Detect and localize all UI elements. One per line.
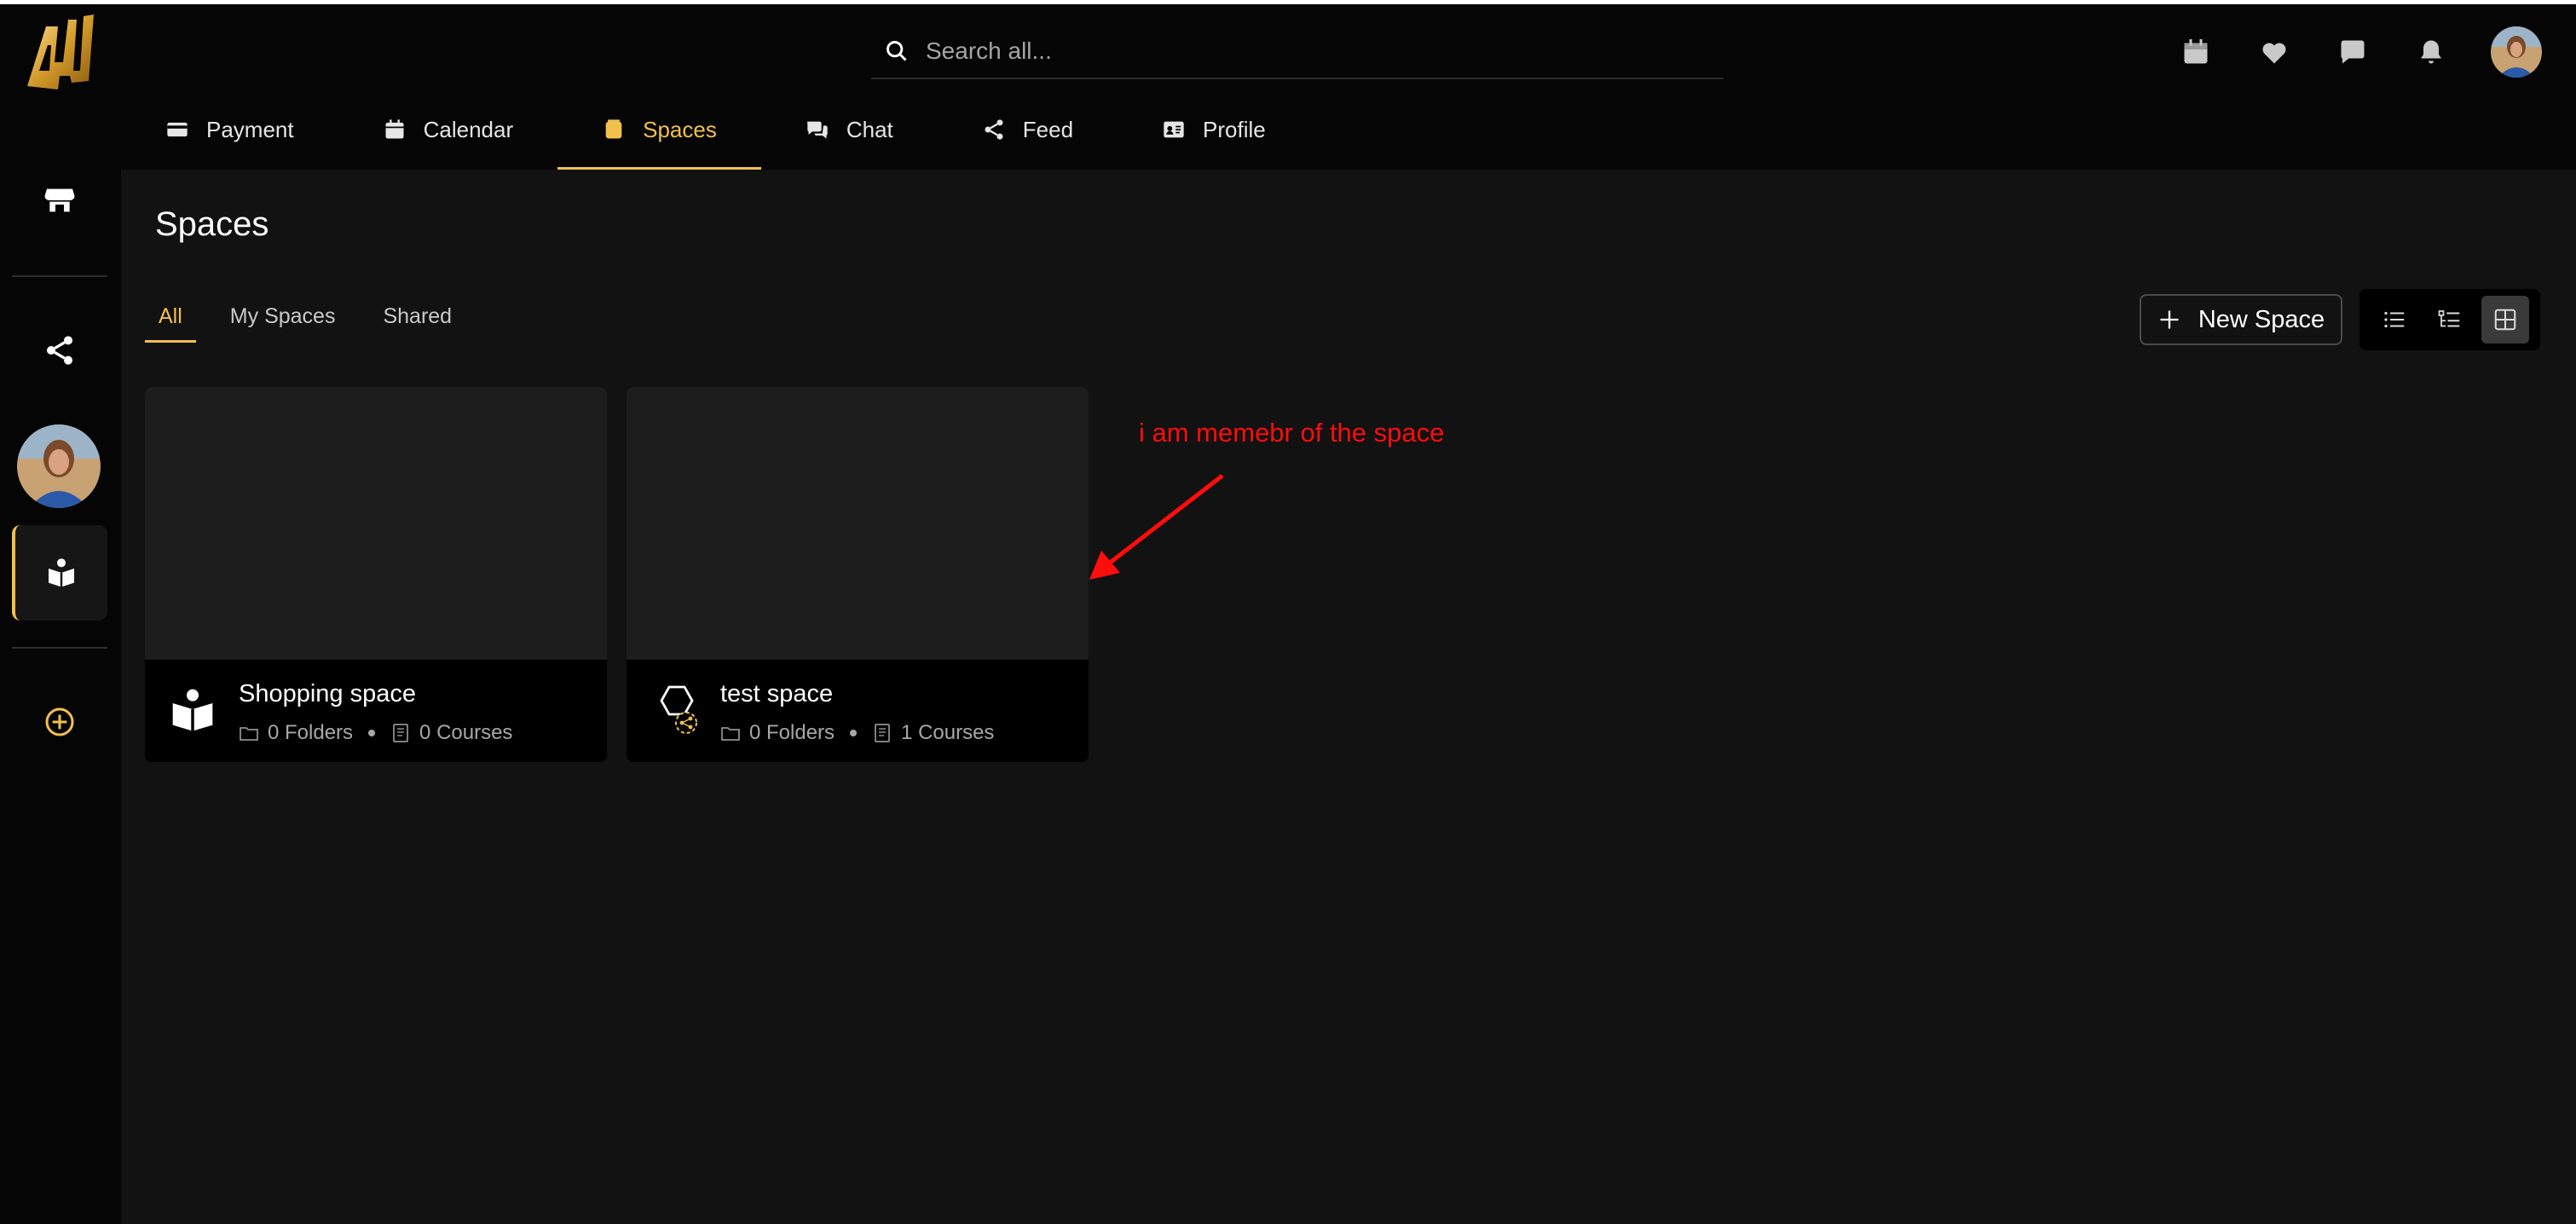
left-rail (0, 4, 121, 1224)
top-icons (2134, 26, 2542, 78)
messages-button[interactable] (2336, 35, 2370, 69)
tab-spaces[interactable]: Spaces (557, 89, 761, 170)
folder-count: 0 Folders (268, 721, 354, 744)
reader-button[interactable] (12, 525, 107, 621)
space-meta: 0 Folders 0 Courses (239, 721, 512, 745)
space-card[interactable]: Shopping space 0 Folders 0 Courses (145, 387, 607, 762)
notifications-button[interactable] (2414, 35, 2448, 69)
hexagon-shared-icon (660, 685, 697, 734)
heart-icon (2262, 43, 2286, 64)
app-logo[interactable] (20, 11, 102, 96)
grid-icon (2495, 309, 2516, 331)
tab-payment[interactable]: Payment (121, 89, 338, 170)
page-title: Spaces (155, 205, 269, 243)
tree-list-icon (2438, 310, 2460, 327)
space-name: Shopping space (239, 680, 416, 707)
tree-view-button[interactable] (2426, 296, 2474, 344)
space-meta: 0 Folders 1 Courses (720, 721, 994, 745)
calendar-icon (385, 119, 404, 139)
filter-tabs: All My Spaces Shared (145, 296, 486, 343)
favorites-button[interactable] (2257, 35, 2291, 69)
tab-label: Spaces (643, 116, 717, 142)
rail-divider (12, 275, 107, 277)
list-icon (2384, 311, 2404, 328)
credit-card-icon (167, 122, 188, 137)
search-input[interactable] (926, 38, 1693, 65)
tab-all[interactable]: All (145, 296, 196, 343)
share-button[interactable] (12, 303, 107, 398)
space-name: test space (720, 680, 834, 707)
tab-feed[interactable]: Feed (938, 89, 1118, 170)
tab-label: Chat (846, 116, 893, 142)
store-button[interactable] (12, 153, 107, 248)
tab-shared[interactable]: Shared (369, 296, 465, 343)
new-space-label: New Space (2198, 305, 2325, 333)
top-bar: Payment Calendar Spaces Chat Feed Profil… (121, 4, 2576, 170)
tab-label: Feed (1022, 116, 1074, 142)
chat-icon (806, 121, 828, 139)
calendar-icon (2184, 39, 2208, 64)
reader-icon (49, 558, 74, 587)
tab-label: Payment (206, 116, 294, 142)
store-icon (44, 188, 75, 212)
id-card-icon (1164, 121, 1184, 138)
card-info: Shopping space 0 Folders 0 Courses (145, 660, 607, 762)
card-cover (145, 387, 607, 660)
course-icon (393, 724, 408, 742)
rail-divider (12, 647, 107, 649)
separator-dot (850, 730, 858, 736)
chat-bubble-icon (2341, 40, 2365, 64)
search-bar[interactable] (871, 25, 1724, 79)
course-count: 0 Courses (419, 721, 513, 744)
annotation-arrow (1089, 474, 1224, 580)
folder-count: 0 Folders (749, 721, 835, 744)
tab-calendar[interactable]: Calendar (338, 89, 558, 170)
calendar-button[interactable] (2179, 35, 2213, 69)
share-icon (985, 119, 1003, 140)
separator-dot (368, 730, 376, 736)
spaces-icon (605, 119, 622, 139)
tab-my-spaces[interactable]: My Spaces (217, 296, 349, 343)
main-nav: Payment Calendar Spaces Chat Feed Profil… (121, 89, 1310, 170)
view-toggle (2359, 289, 2540, 350)
grid-view-button[interactable] (2481, 296, 2530, 344)
share-icon (47, 336, 72, 365)
course-count: 1 Courses (901, 721, 995, 744)
avatar[interactable] (17, 424, 101, 508)
folder-icon (721, 727, 740, 741)
tab-label: Calendar (423, 116, 514, 142)
avatar[interactable] (2491, 26, 2542, 78)
add-button[interactable] (12, 674, 107, 770)
annotation-text: i am memebr of the space (1139, 418, 1445, 447)
search-icon (887, 41, 907, 61)
list-view-button[interactable] (2371, 296, 2418, 344)
tab-profile[interactable]: Profile (1118, 89, 1310, 170)
plus-icon (2160, 310, 2179, 329)
tab-label: Profile (1203, 116, 1266, 142)
space-card[interactable]: test space 0 Folders 1 Courses (627, 387, 1089, 762)
bell-icon (2421, 40, 2441, 64)
card-info: test space 0 Folders 1 Courses (627, 660, 1089, 762)
reader-icon (172, 689, 213, 731)
add-circle-icon (45, 707, 74, 736)
folder-icon (240, 727, 258, 741)
card-cover (627, 387, 1089, 660)
course-icon (875, 724, 890, 742)
new-space-button[interactable]: New Space (2140, 294, 2342, 345)
tab-chat[interactable]: Chat (761, 89, 938, 170)
main-content: Spaces All My Spaces Shared New Space Sh… (121, 170, 2576, 1224)
